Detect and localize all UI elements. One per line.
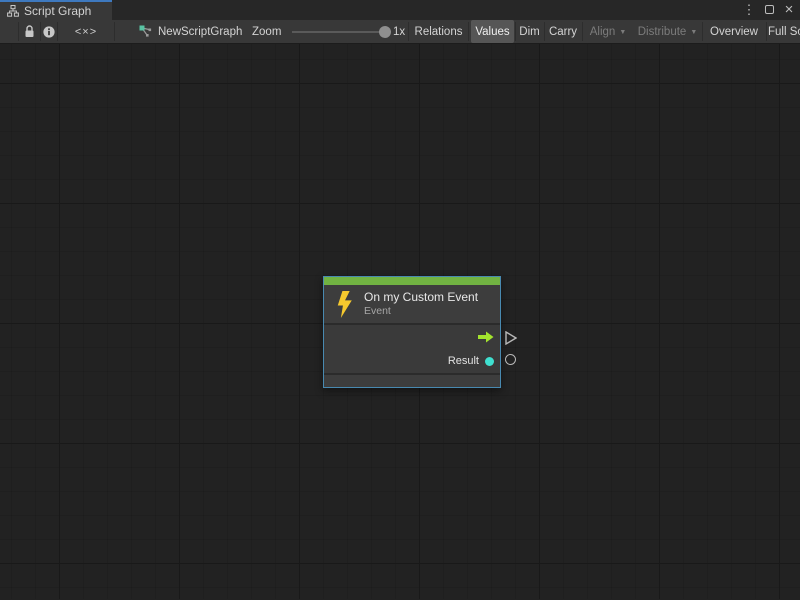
graph-asset-icon [139, 25, 152, 38]
result-port-label: Result [448, 355, 479, 367]
event-lightning-icon [336, 291, 353, 318]
close-icon[interactable]: × [782, 0, 796, 20]
separator [702, 22, 703, 41]
graph-asset-button[interactable]: NewScriptGraph [139, 20, 242, 43]
node-color-bar [324, 277, 500, 285]
info-icon [43, 26, 55, 38]
tab-bar: Script Graph ⋮ × [0, 0, 800, 20]
node-on-my-custom-event[interactable]: On my Custom Event Event Result [323, 276, 501, 388]
separator [766, 22, 767, 41]
control-output-row [324, 325, 500, 349]
info-button[interactable] [41, 20, 57, 43]
lock-icon [24, 25, 35, 38]
chevron-down-icon: ▼ [619, 27, 626, 36]
node-subtitle: Event [364, 305, 478, 318]
result-output-row: Result [324, 349, 500, 373]
node-footer [324, 375, 500, 387]
node-header[interactable]: On my Custom Event Event [324, 285, 500, 323]
overview-button[interactable]: Overview [704, 20, 764, 43]
code-view-button[interactable]: <×> [58, 20, 114, 43]
toggle-carry[interactable]: Carry [545, 20, 581, 43]
toggle-dim[interactable]: Dim [516, 20, 543, 43]
zoom-label: Zoom [252, 20, 281, 43]
lock-button[interactable] [19, 20, 40, 43]
chevron-down-icon: ▼ [690, 27, 697, 36]
toggle-relations[interactable]: Relations [410, 20, 467, 43]
separator [468, 22, 469, 41]
window-controls: ⋮ × [742, 0, 796, 20]
node-title: On my Custom Event [364, 290, 478, 305]
node-body: Result [324, 325, 500, 373]
tab-script-graph[interactable]: Script Graph [0, 0, 112, 20]
graph-canvas[interactable]: On my Custom Event Event Result [0, 44, 800, 599]
code-icon: <×> [75, 26, 97, 38]
flow-arrow-icon[interactable] [478, 331, 494, 343]
result-value-port[interactable] [485, 357, 494, 366]
dropdown-align[interactable]: Align ▼ [584, 20, 632, 43]
zoom-slider-track[interactable] [292, 31, 384, 33]
toggle-values[interactable]: Values [471, 20, 514, 43]
graph-toolbar: <×> NewScriptGraph Zoom 1x Relations Val… [0, 20, 800, 44]
tab-label: Script Graph [24, 4, 91, 18]
separator [114, 22, 115, 41]
window-menu-icon[interactable]: ⋮ [742, 0, 756, 20]
graph-hierarchy-icon [7, 5, 19, 17]
graph-name-label: NewScriptGraph [158, 26, 242, 38]
separator [582, 22, 583, 41]
maximize-icon[interactable] [762, 0, 776, 20]
external-flow-port-icon[interactable] [505, 331, 517, 345]
dropdown-distribute[interactable]: Distribute ▼ [634, 20, 701, 43]
zoom-slider-handle[interactable] [379, 26, 391, 38]
script-graph-window: Script Graph ⋮ × <×> [0, 0, 800, 600]
zoom-value: 1x [393, 20, 405, 43]
fullscreen-button[interactable]: Full Screen [768, 20, 800, 43]
separator [408, 22, 409, 41]
external-value-port-icon[interactable] [505, 354, 516, 365]
